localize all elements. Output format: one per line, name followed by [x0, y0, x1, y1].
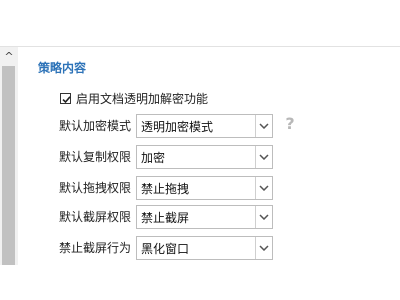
- field-label: 默认加密模式: [59, 119, 132, 133]
- field-label: 默认截屏权限: [59, 210, 132, 224]
- select-value: 黑化窗口: [141, 242, 190, 256]
- screenshot-behavior-select[interactable]: 黑化窗口: [136, 236, 273, 260]
- chevron-down-glyph: [259, 185, 269, 191]
- select-value: 加密: [141, 151, 166, 165]
- chevron-down-icon[interactable]: [255, 146, 272, 168]
- field-default-drag-permission: 默认拖拽权限 禁止拖拽: [59, 176, 299, 200]
- select-value: 禁止截屏: [141, 211, 190, 225]
- field-default-screenshot-permission: 默认截屏权限 禁止截屏: [59, 205, 299, 229]
- screenshot-permission-select[interactable]: 禁止截屏: [136, 205, 273, 229]
- field-label: 默认拖拽权限: [59, 181, 132, 195]
- enable-transparent-crypto-checkbox-row[interactable]: 启用文档透明加解密功能: [60, 90, 208, 106]
- vertical-scrollbar[interactable]: ^: [0, 47, 18, 265]
- field-label: 禁止截屏行为: [59, 241, 132, 255]
- chevron-down-icon[interactable]: [255, 115, 272, 137]
- enable-transparent-crypto-checkbox[interactable]: [60, 92, 71, 104]
- field-label: 默认复制权限: [59, 150, 132, 164]
- chevron-down-glyph: [259, 214, 269, 220]
- scroll-up-icon[interactable]: ^: [0, 47, 18, 65]
- section-title: 策略内容: [38, 61, 87, 75]
- field-default-encryption-mode: 默认加密模式 透明加密模式: [59, 114, 299, 138]
- policy-panel: ^ 策略内容 启用文档透明加解密功能 默认加密模式 透明加密模式 默认复制权限 …: [0, 0, 400, 300]
- chevron-down-icon[interactable]: [255, 237, 272, 259]
- select-value: 透明加密模式: [141, 120, 214, 134]
- chevron-down-glyph: [259, 154, 269, 160]
- field-default-copy-permission: 默认复制权限 加密: [59, 145, 299, 169]
- field-forbid-screenshot-behavior: 禁止截屏行为 黑化窗口: [59, 236, 299, 260]
- top-divider: [0, 46, 400, 47]
- chevron-down-glyph: [259, 245, 269, 251]
- chevron-down-icon[interactable]: [255, 177, 272, 199]
- chevron-down-glyph: [259, 123, 269, 129]
- checkmark-icon: [62, 95, 71, 103]
- select-value: 禁止拖拽: [141, 182, 190, 196]
- drag-permission-select[interactable]: 禁止拖拽: [136, 176, 273, 200]
- chevron-down-icon[interactable]: [255, 206, 272, 228]
- encryption-mode-select[interactable]: 透明加密模式: [136, 114, 273, 138]
- copy-permission-select[interactable]: 加密: [136, 145, 273, 169]
- help-icon[interactable]: ?: [282, 115, 298, 133]
- checkbox-label: 启用文档透明加解密功能: [76, 91, 209, 106]
- scroll-thumb[interactable]: [2, 66, 15, 265]
- scroll-up-glyph: ^: [4, 49, 14, 63]
